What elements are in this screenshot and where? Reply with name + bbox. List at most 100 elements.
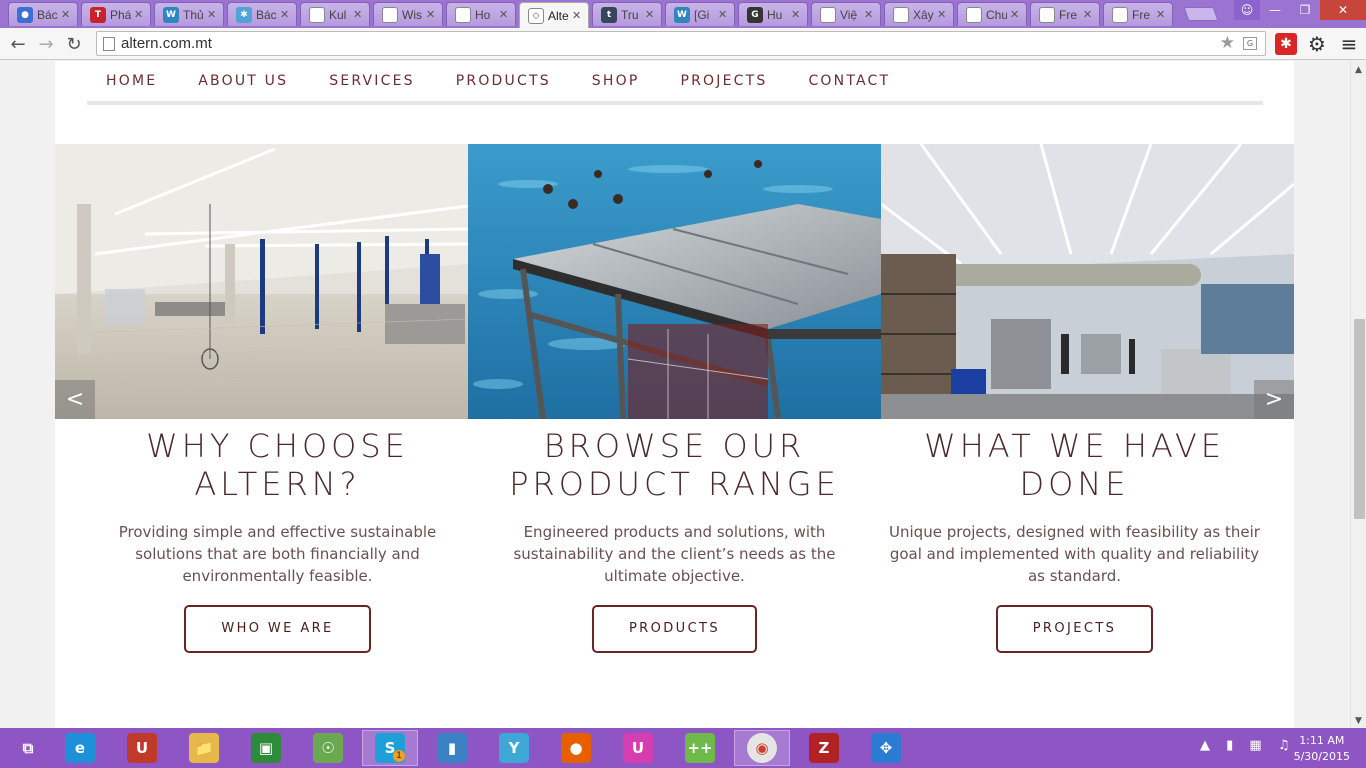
tab-close-icon[interactable]: ✕ <box>718 8 728 21</box>
taskbar-app[interactable]: ++ <box>672 730 728 766</box>
minimize-button[interactable]: — <box>1260 0 1290 20</box>
close-window-button[interactable]: ✕ <box>1320 0 1366 20</box>
taskbar-app[interactable]: ☉ <box>300 730 356 766</box>
restore-button[interactable]: ❐ <box>1290 0 1320 20</box>
taskbar-app[interactable]: ⧉ <box>0 730 56 766</box>
browser-tab[interactable]: t Tru ✕ <box>592 2 662 26</box>
scroll-up-icon[interactable]: ▲ <box>1355 65 1362 75</box>
slider-prev-button[interactable]: < <box>55 380 95 419</box>
tab-close-icon[interactable]: ✕ <box>791 8 801 21</box>
file-explorer-icon: 📁 <box>189 733 219 763</box>
products-button[interactable]: PRODUCTS <box>591 605 758 653</box>
gear-icon[interactable]: ⚙ <box>1306 32 1328 56</box>
tab-title: Thủ <box>183 7 204 22</box>
nav-item-services[interactable]: SERVICES <box>329 73 415 89</box>
url-text[interactable]: altern.com.mt <box>121 35 212 52</box>
taskbar-app[interactable]: ▮ <box>424 730 480 766</box>
browser-tab[interactable]: ◇ Alte ✕ <box>519 2 589 28</box>
profile-icon[interactable]: ☺ <box>1234 0 1260 20</box>
page-icon <box>455 6 471 23</box>
chrome-icon: ◉ <box>747 733 777 763</box>
globe-icon: ● <box>17 6 33 23</box>
nav-item-about-us[interactable]: ABOUT US <box>198 73 288 89</box>
tab-close-icon[interactable]: ✕ <box>499 8 509 21</box>
bookmark-star-icon[interactable]: ★ <box>1220 33 1235 53</box>
tab-title: [Gi <box>694 7 710 22</box>
page-viewport: HOME ABOUT US SERVICES PRODUCTS SHOP PROJECTS… <box>0 61 1350 728</box>
loading-icon <box>1039 6 1055 23</box>
g-logo-icon: G <box>747 6 763 23</box>
browser-tab[interactable]: Wis ✕ <box>373 2 443 26</box>
browser-tab[interactable]: Kul ✕ <box>300 2 370 26</box>
forward-button[interactable]: → <box>34 32 58 56</box>
new-tab-button[interactable] <box>1183 7 1219 21</box>
book-icon: ▮ <box>437 733 467 763</box>
taskbar-app[interactable]: e <box>52 730 108 766</box>
taskbar-app[interactable]: 📁 <box>176 730 232 766</box>
taskbar-app[interactable]: U <box>114 730 170 766</box>
translate-icon[interactable]: G <box>1243 37 1257 50</box>
browser-tab[interactable]: ● Bác ✕ <box>8 2 78 26</box>
browser-tab[interactable]: Fre ✕ <box>1030 2 1100 26</box>
wordpress-icon: W <box>163 6 179 23</box>
tab-close-icon[interactable]: ✕ <box>353 8 363 21</box>
nav-item-products[interactable]: PRODUCTS <box>456 73 551 89</box>
taskbar-app[interactable]: Z <box>796 730 852 766</box>
browser-tab[interactable]: Ho ✕ <box>446 2 516 26</box>
page-icon <box>382 6 398 23</box>
tray-icons[interactable]: ▲ ▮ ▦ ♫ <box>1200 738 1296 753</box>
browser-tab[interactable]: Việ ✕ <box>811 2 881 26</box>
extension-icon[interactable]: ✱ <box>1275 33 1297 55</box>
taskbar-app[interactable]: U <box>610 730 666 766</box>
browser-tab[interactable]: Xây ✕ <box>884 2 954 26</box>
tab-close-icon[interactable]: ✕ <box>61 8 71 21</box>
menu-icon[interactable]: ≡ <box>1338 32 1360 56</box>
tab-close-icon[interactable]: ✕ <box>426 8 436 21</box>
what-we-have-done-title: WHAT WE HAVE DONE <box>924 427 1225 503</box>
reload-button[interactable]: ↻ <box>62 32 86 56</box>
taskbar-app[interactable]: ◉ <box>734 730 790 766</box>
tab-close-icon[interactable]: ✕ <box>207 8 217 21</box>
browser-tab-strip: ● Bác ✕ T Phá ✕ W Thủ ✕ ✱ Bác ✕ Kul ✕ Wis ✕ Ho ✕ ◇ Alte ✕ t Tr… <box>0 0 1366 28</box>
page-icon <box>103 37 115 51</box>
t-logo-icon: T <box>90 6 106 23</box>
nav-item-contact[interactable]: CONTACT <box>808 73 890 89</box>
nav-item-home[interactable]: HOME <box>106 73 157 89</box>
nav-item-shop[interactable]: SHOP <box>592 73 640 89</box>
tab-close-icon[interactable]: ✕ <box>645 8 655 21</box>
what-we-have-done-text: Unique projects, designed with feasibili… <box>889 523 1260 585</box>
taskbar-app[interactable]: ▣ <box>238 730 294 766</box>
address-bar[interactable]: altern.com.mt ★ G <box>96 31 1266 56</box>
tab-close-icon[interactable]: ✕ <box>572 9 582 22</box>
back-button[interactable]: ← <box>6 32 30 56</box>
browser-tab[interactable]: G Hu ✕ <box>738 2 808 26</box>
nav-item-projects[interactable]: PROJECTS <box>680 73 767 89</box>
tab-close-icon[interactable]: ✕ <box>1010 8 1020 21</box>
projects-button[interactable]: PROJECTS <box>995 605 1154 653</box>
page-scrollbar[interactable]: ▲ ▼ <box>1350 61 1366 728</box>
taskbar-app[interactable]: Y <box>486 730 542 766</box>
slider-next-button[interactable]: > <box>1254 380 1294 419</box>
browser-tab[interactable]: Fre ✕ <box>1103 2 1173 26</box>
tab-close-icon[interactable]: ✕ <box>280 8 290 21</box>
browser-tab[interactable]: W Thủ ✕ <box>154 2 224 26</box>
tab-close-icon[interactable]: ✕ <box>864 8 874 21</box>
taskbar-app[interactable]: ✥ <box>858 730 914 766</box>
notification-badge: 1 <box>393 750 405 762</box>
browser-tab[interactable]: W [Gi ✕ <box>665 2 735 26</box>
browser-tab[interactable]: Chu ✕ <box>957 2 1027 26</box>
scrollbar-thumb[interactable] <box>1354 319 1365 519</box>
who-we-are-button[interactable]: WHO WE ARE <box>184 605 371 653</box>
product-range-column: BROWSE OUR PRODUCT RANGE Engineered prod… <box>468 427 881 653</box>
tab-close-icon[interactable]: ✕ <box>1156 8 1166 21</box>
clock[interactable]: 1:11 AM 5/30/2015 <box>1294 733 1350 765</box>
browser-tab[interactable]: T Phá ✕ <box>81 2 151 26</box>
taskbar-app[interactable]: ● <box>548 730 604 766</box>
scroll-down-icon[interactable]: ▼ <box>1355 716 1362 726</box>
taskbar-app[interactable]: S1 <box>362 730 418 766</box>
tab-close-icon[interactable]: ✕ <box>937 8 947 21</box>
browser-tab[interactable]: ✱ Bác ✕ <box>227 2 297 26</box>
browser-toolbar: ← → ↻ altern.com.mt ★ G ✱ ⚙ ≡ <box>0 28 1366 60</box>
tab-close-icon[interactable]: ✕ <box>134 8 144 21</box>
tab-close-icon[interactable]: ✕ <box>1083 8 1093 21</box>
